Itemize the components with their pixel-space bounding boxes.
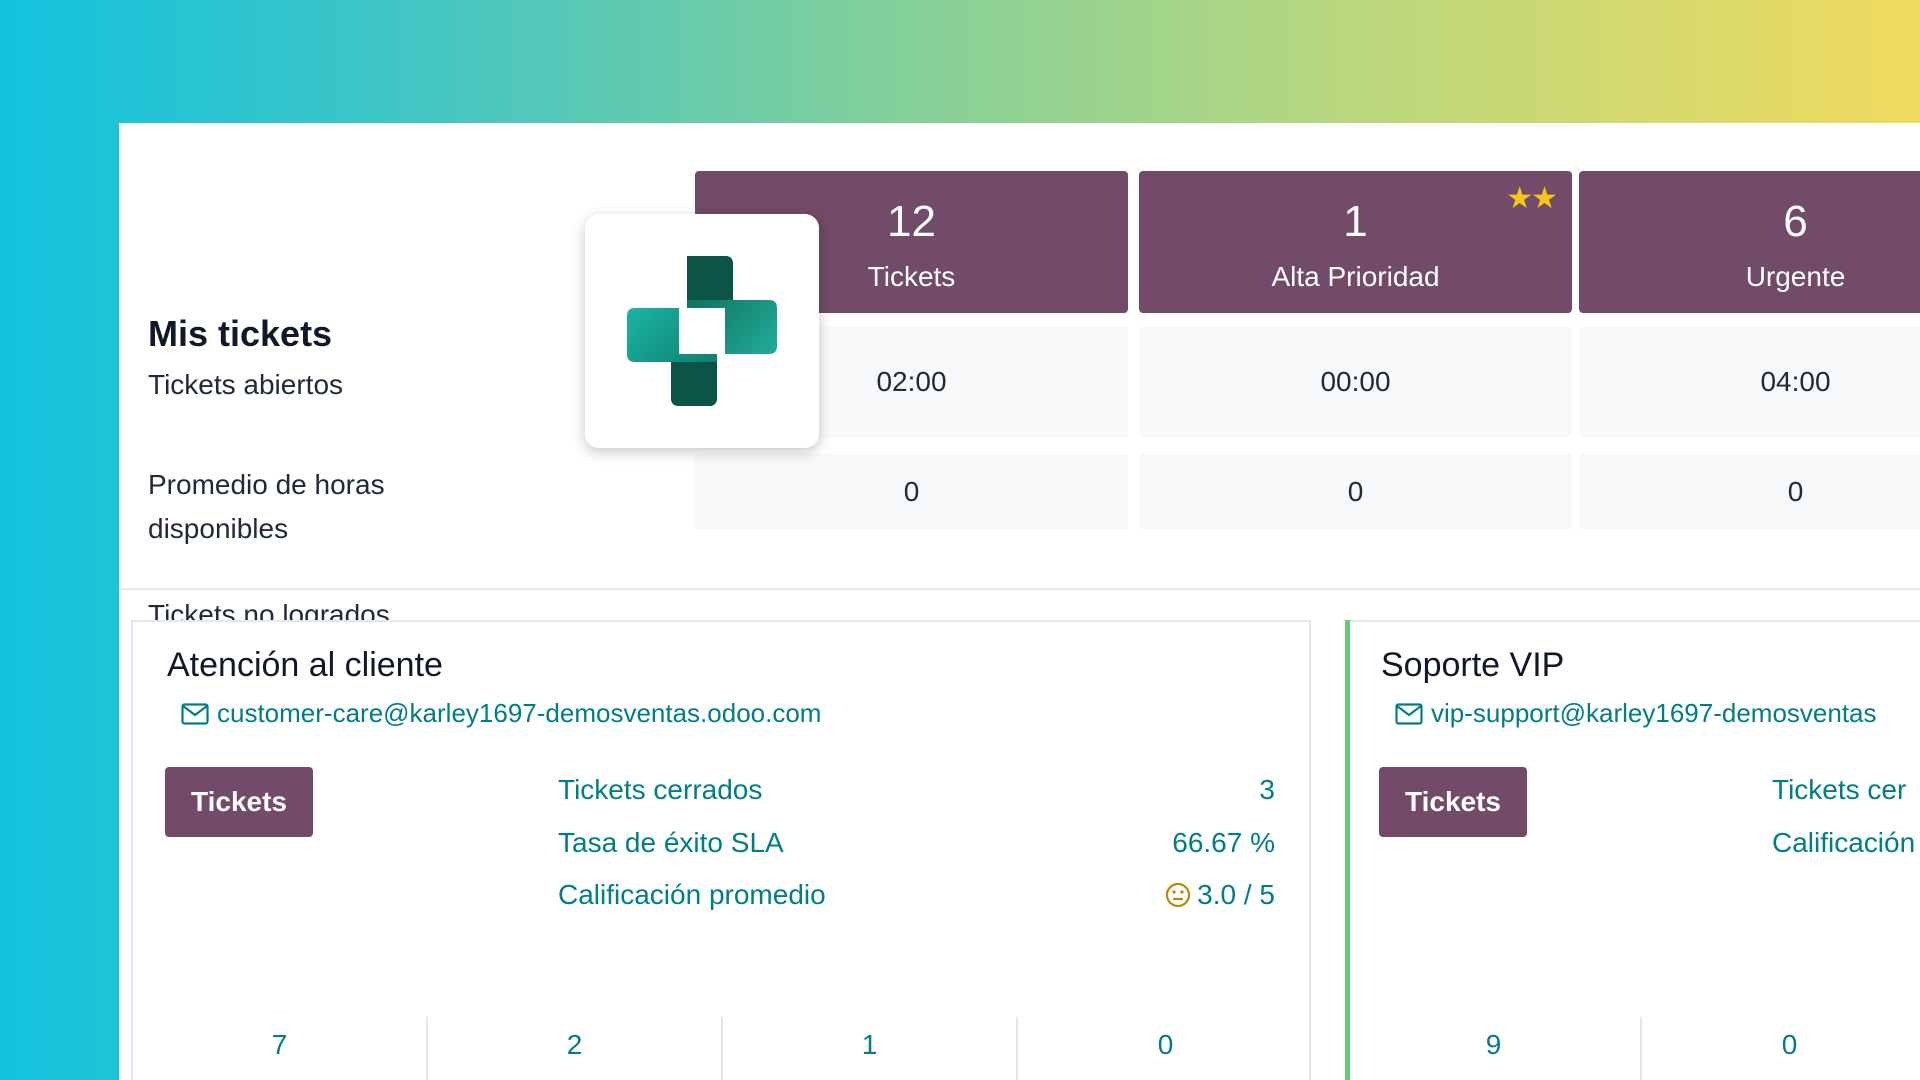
summary-title: Mis tickets [148,313,333,354]
status-count[interactable]: 0 [1018,1017,1313,1080]
row-label-average-hours-line1: Promedio de horas [148,469,385,500]
metric-label-closed[interactable]: Tickets cer [1772,774,1906,806]
row-label-open-tickets: Tickets abiertos [148,369,344,400]
failed-cell-urgent[interactable]: 0 [1579,453,1920,530]
status-count[interactable]: 7 [133,1017,428,1080]
team-status-counts: 9 0 [1347,1017,1920,1080]
failed-cell-tickets[interactable]: 0 [695,453,1128,530]
metric-label-sla[interactable]: Tasa de éxito SLA [558,827,784,859]
metric-value-sla[interactable]: 66.67 % [1172,827,1275,859]
team-card-vip-support: Soporte VIP vip-support@karley1697-demos… [1345,620,1920,1080]
envelope-icon [181,702,209,725]
stat-urgent[interactable]: ★★★ 6 Urgente [1579,171,1920,313]
team-color-accent [1345,620,1350,1080]
helpdesk-logo [585,214,819,448]
hours-cell-high-priority[interactable]: 00:00 [1139,326,1572,438]
team-title: Soporte VIP [1381,646,1565,684]
stat-urgent-label: Urgente [1745,261,1846,292]
metric-label-closed[interactable]: Tickets cerrados [558,774,762,806]
status-count[interactable]: 9 [1347,1017,1642,1080]
team-status-counts: 7 2 1 0 [133,1017,1313,1080]
metric-value-closed[interactable]: 3 [1259,774,1275,806]
team-email-link[interactable]: customer-care@karley1697-demosventas.odo… [181,698,821,729]
metric-label-rating[interactable]: Calificación promedio [558,879,826,911]
metric-label-rating[interactable]: Calificación [1772,827,1915,859]
metric-value-rating[interactable]: 3.0 / 5 [1165,879,1275,911]
stat-high-priority-label: Alta Prioridad [1271,261,1440,292]
failed-cell-high-priority[interactable]: 0 [1139,453,1572,530]
row-label-average-hours-line2: disponibles [148,513,289,544]
team-email-text: vip-support@karley1697-demosventas [1431,698,1877,728]
envelope-icon [1395,702,1423,725]
team-title: Atención al cliente [167,646,443,684]
team-card-customer-care: Atención al cliente customer-care@karley… [131,620,1311,1080]
stat-high-priority-count: 1 [1343,197,1368,246]
metric-value-rating-text: 3.0 / 5 [1197,879,1275,910]
helpdesk-cross-logo-icon [627,256,777,406]
team-tickets-button[interactable]: Tickets [165,767,313,837]
team-email-link[interactable]: vip-support@karley1697-demosventas [1395,698,1877,729]
helpdesk-dashboard: Mis tickets Tickets abiertos Promedio de… [119,123,1920,1080]
status-count[interactable]: 2 [428,1017,723,1080]
stat-high-priority[interactable]: ★★ 1 Alta Prioridad [1139,171,1572,313]
my-tickets-summary: Mis tickets Tickets abiertos Promedio de… [119,123,1920,630]
status-count[interactable]: 1 [723,1017,1018,1080]
team-email-text: customer-care@karley1697-demosventas.odo… [217,698,822,728]
neutral-face-icon [1166,882,1191,908]
row-label-average-hours: Promedio de horas disponibles [148,463,385,551]
stat-urgent-count: 6 [1783,197,1808,246]
hours-cell-urgent[interactable]: 04:00 [1579,326,1920,438]
status-count[interactable]: 0 [1642,1017,1920,1080]
team-tickets-button[interactable]: Tickets [1379,767,1527,837]
